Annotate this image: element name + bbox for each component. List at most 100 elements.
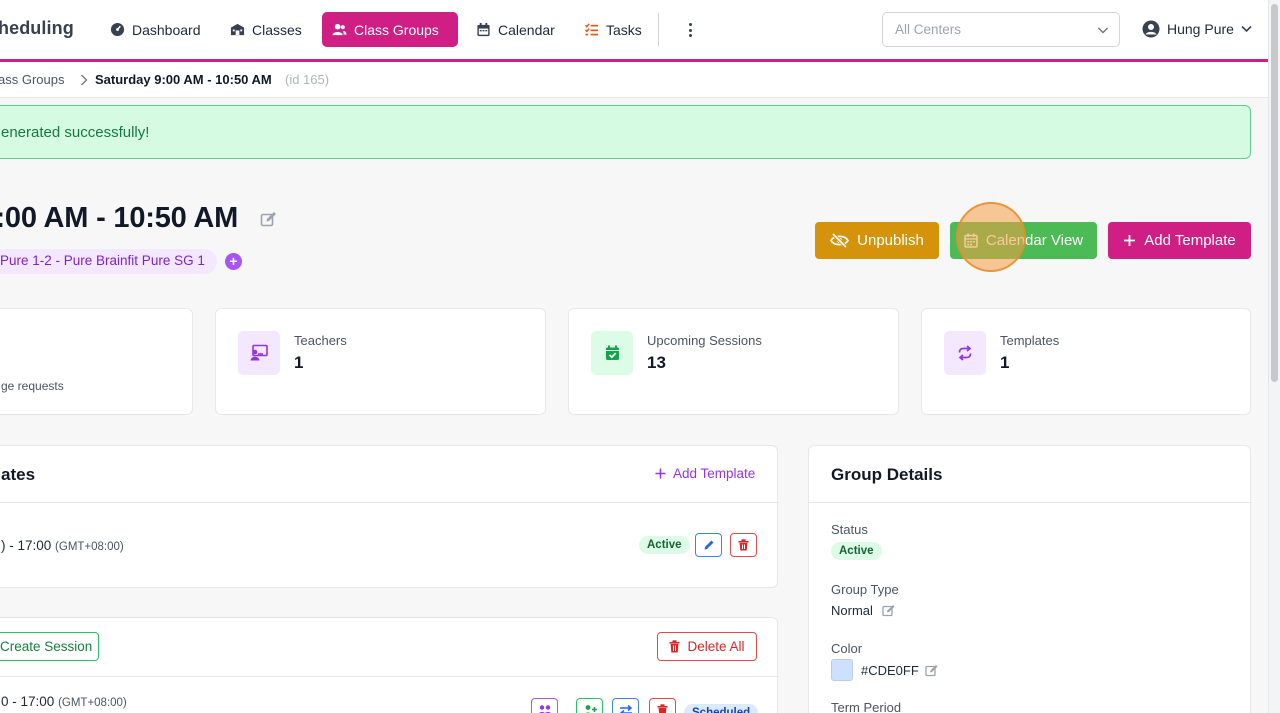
nav-class-groups[interactable]: Class Groups: [322, 12, 458, 47]
nav-dashboard[interactable]: Dashboard: [100, 12, 211, 47]
stat-card-teachers: Teachers 1: [215, 308, 546, 415]
status-label: Status: [831, 522, 868, 537]
app-brand[interactable]: heduling: [0, 18, 74, 39]
term-period-label: Term Period: [831, 700, 902, 713]
calendar-check-icon: [591, 331, 633, 375]
repeat-icon: [944, 331, 986, 375]
chevron-down-icon: [1241, 25, 1252, 33]
session-students-button[interactable]: [531, 698, 558, 713]
divider: [0, 676, 779, 677]
add-class-button[interactable]: +: [225, 253, 242, 270]
template-row: ) - 17:00 (GMT+08:00): [1, 538, 124, 553]
nav-divider: [658, 13, 659, 46]
pencil-icon: [704, 540, 713, 550]
divider: [809, 502, 1252, 503]
user-name: Hung Pure: [1167, 21, 1234, 37]
nav-classes-label: Classes: [252, 21, 302, 38]
edit-icon[interactable]: [882, 604, 895, 617]
calendar-icon: [477, 22, 490, 37]
chevron-down-icon: [1098, 27, 1108, 34]
teacher-icon: [238, 331, 280, 375]
breadcrumb-current: Saturday 9:00 AM - 10:50 AM: [95, 72, 272, 87]
click-indicator: [956, 202, 1026, 272]
session-time: 0 - 17:00: [1, 694, 55, 709]
template-tz: (GMT+08:00): [55, 541, 124, 553]
users-icon: [538, 705, 551, 713]
class-chip[interactable]: Pure 1-2 - Pure Brainfit Pure SG 1: [0, 249, 217, 274]
templates-add-link[interactable]: Add Template: [655, 466, 755, 481]
stat-card-templates: Templates 1: [921, 308, 1251, 415]
user-avatar-icon: [1142, 20, 1160, 38]
stat-upcoming-value: 13: [647, 353, 666, 372]
edit-icon[interactable]: [260, 211, 277, 228]
top-nav: heduling Dashboard Classes Class Groups …: [0, 0, 1268, 62]
trash-icon: [657, 704, 668, 713]
group-type-value: Normal: [831, 603, 873, 618]
color-label: Color: [831, 641, 863, 656]
group-details-panel: Group Details Status Active Group Type N…: [808, 445, 1252, 713]
user-plus-icon: [585, 705, 597, 713]
status-badge: Active: [831, 542, 882, 560]
school-icon: [230, 23, 245, 36]
nav-classes[interactable]: Classes: [220, 12, 312, 47]
scrollbar-thumb[interactable]: [1271, 4, 1278, 382]
create-session-button[interactable]: Create Session: [0, 632, 99, 661]
page-scrollbar[interactable]: [1268, 0, 1280, 713]
nav-tasks[interactable]: Tasks: [574, 12, 652, 47]
nav-calendar[interactable]: Calendar: [466, 12, 565, 47]
template-time: ) - 17:00: [1, 538, 52, 553]
plus-icon: [1124, 235, 1136, 246]
stat-card-upcoming: Upcoming Sessions 13: [568, 308, 899, 415]
divider: [0, 502, 779, 503]
session-delete-button[interactable]: [649, 698, 676, 713]
nav-dashboard-label: Dashboard: [132, 21, 201, 38]
dashboard-icon: [110, 22, 125, 37]
chevron-right-icon: [81, 74, 88, 86]
templates-add-label: Add Template: [673, 466, 756, 481]
stat-upcoming-label: Upcoming Sessions: [647, 333, 762, 348]
delete-template-button[interactable]: [730, 533, 757, 557]
stat-templates-label: Templates: [1000, 333, 1060, 348]
nav-class-groups-label: Class Groups: [354, 21, 439, 38]
more-menu-icon[interactable]: [682, 18, 698, 42]
trash-icon: [669, 640, 680, 653]
add-template-button[interactable]: Add Template: [1108, 222, 1251, 259]
transfer-icon: [619, 704, 632, 713]
breadcrumb-parent[interactable]: ass Groups: [0, 72, 64, 87]
color-value: #CDE0FF: [861, 663, 919, 678]
add-template-label: Add Template: [1144, 232, 1236, 249]
center-select-value: All Centers: [895, 22, 962, 37]
templates-panel-title: ates: [1, 465, 36, 484]
breadcrumb-id: (id 165): [285, 72, 330, 87]
delete-all-button[interactable]: Delete All: [657, 632, 757, 661]
unpublish-button[interactable]: Unpublish: [815, 222, 939, 259]
stat-teachers-label: Teachers: [294, 333, 347, 348]
trash-icon: [738, 539, 749, 551]
unpublish-label: Unpublish: [857, 232, 924, 249]
stat-card-requests: ge requests: [0, 308, 193, 415]
session-tz: (GMT+08:00): [58, 697, 127, 709]
sessions-panel: Create Session Delete All 0 - 17:00 (GMT…: [0, 617, 779, 713]
session-row: 0 - 17:00 (GMT+08:00): [1, 694, 127, 709]
tasks-icon: [584, 23, 599, 36]
stat-teachers-value: 1: [294, 353, 304, 372]
color-swatch: [831, 659, 853, 681]
center-select[interactable]: All Centers: [882, 12, 1120, 47]
stat-requests-sub: ge requests: [1, 379, 64, 393]
templates-panel: ates Add Template ) - 17:00 (GMT+08:00) …: [0, 445, 779, 588]
plus-icon: [655, 468, 666, 479]
nav-calendar-label: Calendar: [498, 21, 555, 38]
session-transfer-button[interactable]: [612, 698, 639, 713]
group-type-label: Group Type: [831, 582, 899, 597]
user-menu[interactable]: Hung Pure: [1142, 20, 1252, 38]
session-add-student-button[interactable]: [576, 698, 603, 713]
users-icon: [332, 23, 347, 36]
breadcrumb: ass Groups Saturday 9:00 AM - 10:50 AM (…: [0, 62, 1268, 98]
template-status-badge: Active: [639, 536, 690, 554]
edit-icon[interactable]: [925, 664, 938, 677]
stat-templates-value: 1: [1000, 353, 1010, 372]
eye-slash-icon: [830, 233, 850, 248]
alert-message: enerated successfully!: [1, 124, 150, 141]
session-status-badge: Scheduled: [684, 704, 759, 713]
edit-template-button[interactable]: [695, 533, 722, 557]
